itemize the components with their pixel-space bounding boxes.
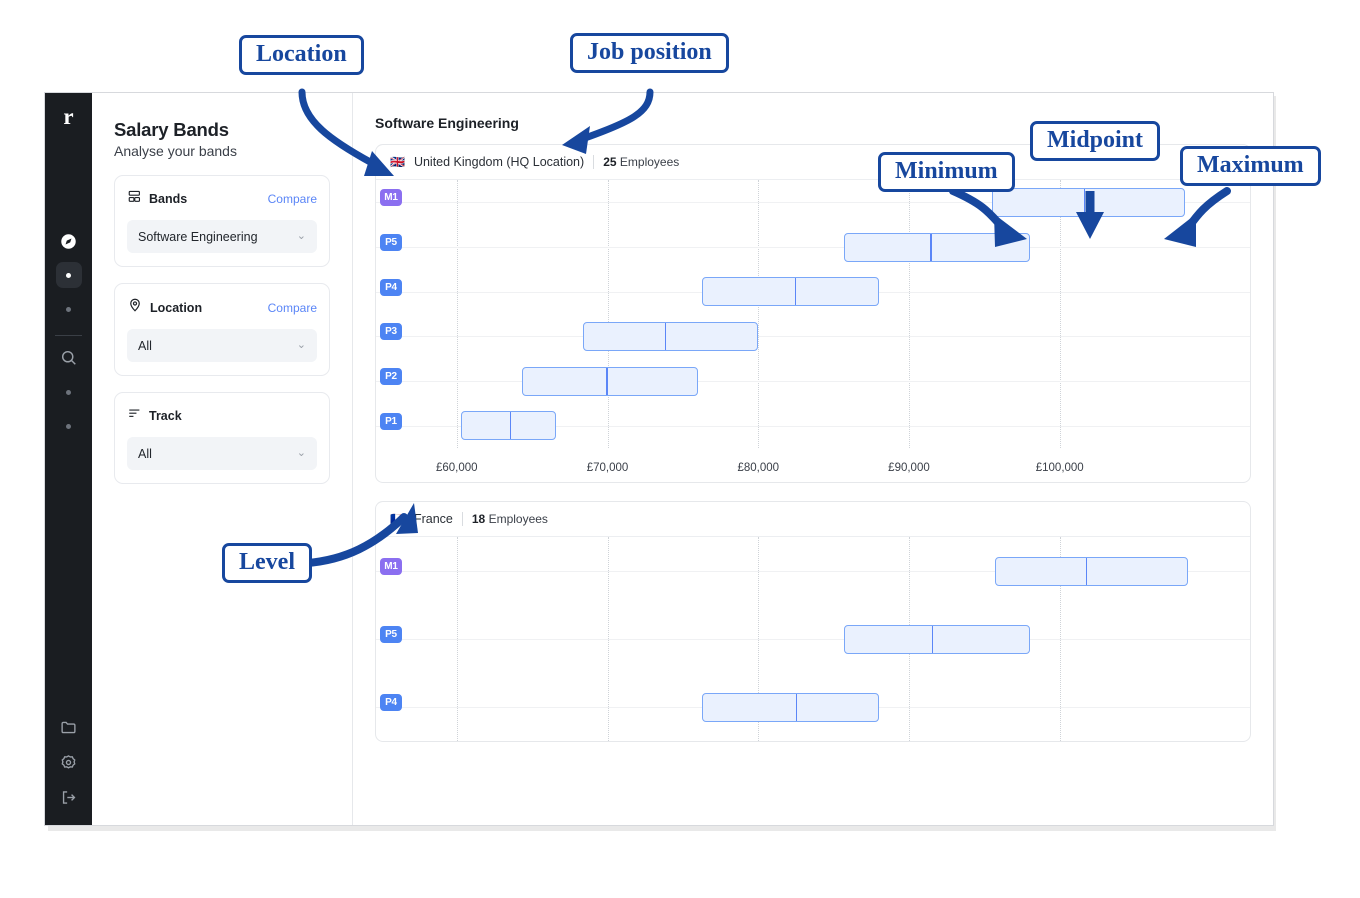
annotation-location: Location — [239, 35, 364, 76]
screenshot-root: r Salary Bands Analyse your bands Bands … — [0, 0, 1360, 898]
annotation-level: Level — [222, 543, 312, 584]
annotation-job-position: Job position — [570, 33, 729, 74]
annotation-midpoint: Midpoint — [1030, 121, 1161, 162]
annotation-maximum: Maximum — [1180, 146, 1321, 187]
annotation-minimum: Minimum — [878, 152, 1015, 193]
